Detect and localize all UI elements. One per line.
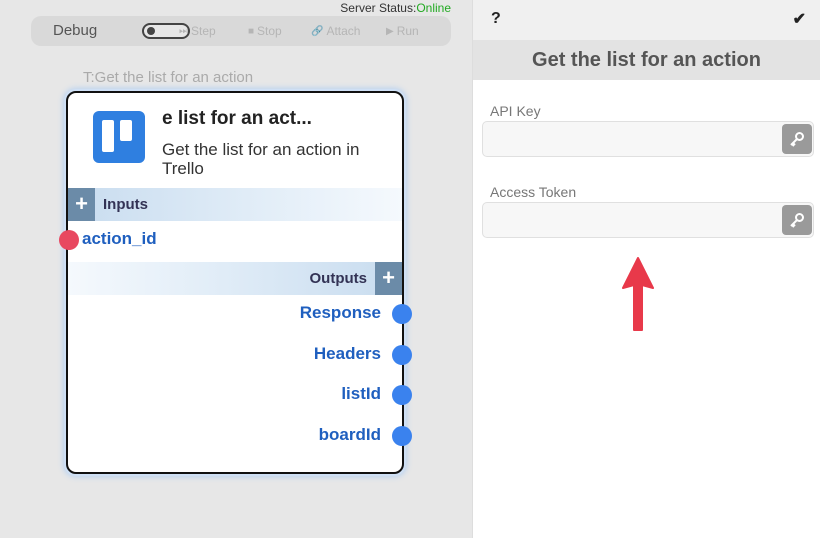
server-status-value: Online — [416, 1, 451, 15]
step-button[interactable]: ⏭ Step — [179, 24, 216, 38]
properties-panel: ? ✔ Get the list for an action API Key A… — [472, 0, 820, 538]
key-icon[interactable] — [782, 205, 812, 235]
access-token-label: Access Token — [490, 184, 577, 200]
output-label-listid: listId — [341, 384, 381, 403]
panel-toolbar: ? ✔ — [473, 0, 820, 40]
debug-label: Debug — [53, 22, 98, 39]
action-node[interactable]: e list for an act... Get the list for an… — [59, 91, 412, 474]
outputs-section-header: Outputs + — [68, 262, 402, 295]
inputs-section-header: + Inputs — [68, 188, 402, 221]
annotation-arrow-icon — [622, 257, 654, 331]
output-port-headers[interactable] — [392, 345, 412, 365]
help-button[interactable]: ? — [491, 10, 501, 28]
node-title: e list for an act... — [162, 108, 312, 129]
attach-icon: 🔗 — [311, 25, 324, 37]
api-key-label: API Key — [490, 103, 541, 119]
run-button-label: Run — [396, 24, 419, 38]
trello-logo — [93, 111, 145, 163]
add-input-button[interactable]: + — [68, 188, 95, 221]
run-icon: ▶ — [386, 25, 394, 37]
server-status-label: Server Status: — [340, 1, 417, 15]
access-token-field[interactable] — [483, 203, 773, 237]
server-status: Server Status:Online — [340, 1, 451, 15]
api-key-field-wrapper — [482, 121, 814, 157]
stop-button-label: Stop — [257, 24, 282, 38]
api-key-field[interactable] — [483, 122, 773, 156]
attach-button[interactable]: 🔗 Attach — [311, 24, 360, 38]
step-button-label: Step — [191, 24, 216, 38]
input-label-action-id: action_id — [82, 229, 157, 248]
step-icon: ⏭ — [179, 25, 188, 37]
debug-toolbar: Debug ⏭ Step ■ Stop 🔗 Attach ▶ Run — [31, 16, 451, 46]
output-port-listid[interactable] — [392, 385, 412, 405]
checkmark-icon[interactable]: ✔ — [793, 9, 806, 29]
key-icon[interactable] — [782, 124, 812, 154]
output-label-response: Response — [299, 303, 381, 322]
panel-title: Get the list for an action — [473, 40, 820, 80]
output-port-boardid[interactable] — [392, 426, 412, 446]
outputs-label: Outputs — [309, 270, 368, 287]
stop-button[interactable]: ■ Stop — [248, 24, 282, 38]
node-description: Get the list for an action in Trello — [162, 140, 360, 178]
output-label-headers: Headers — [313, 344, 381, 363]
stop-icon: ■ — [248, 25, 255, 37]
output-label-boardid: boardId — [318, 425, 381, 444]
add-output-button[interactable]: + — [375, 262, 402, 295]
run-button[interactable]: ▶ Run — [386, 24, 419, 38]
workflow-canvas[interactable]: Server Status:Online Debug ⏭ Step ■ Stop 🔗… — [0, 0, 472, 538]
output-port-response[interactable] — [392, 304, 412, 324]
inputs-label: Inputs — [103, 196, 148, 213]
input-port-action-id[interactable] — [59, 230, 79, 250]
toggle-knob — [147, 27, 155, 35]
attach-button-label: Attach — [326, 24, 361, 38]
node-canvas-label: T:Get the list for an action — [83, 69, 254, 86]
access-token-field-wrapper — [482, 202, 814, 238]
